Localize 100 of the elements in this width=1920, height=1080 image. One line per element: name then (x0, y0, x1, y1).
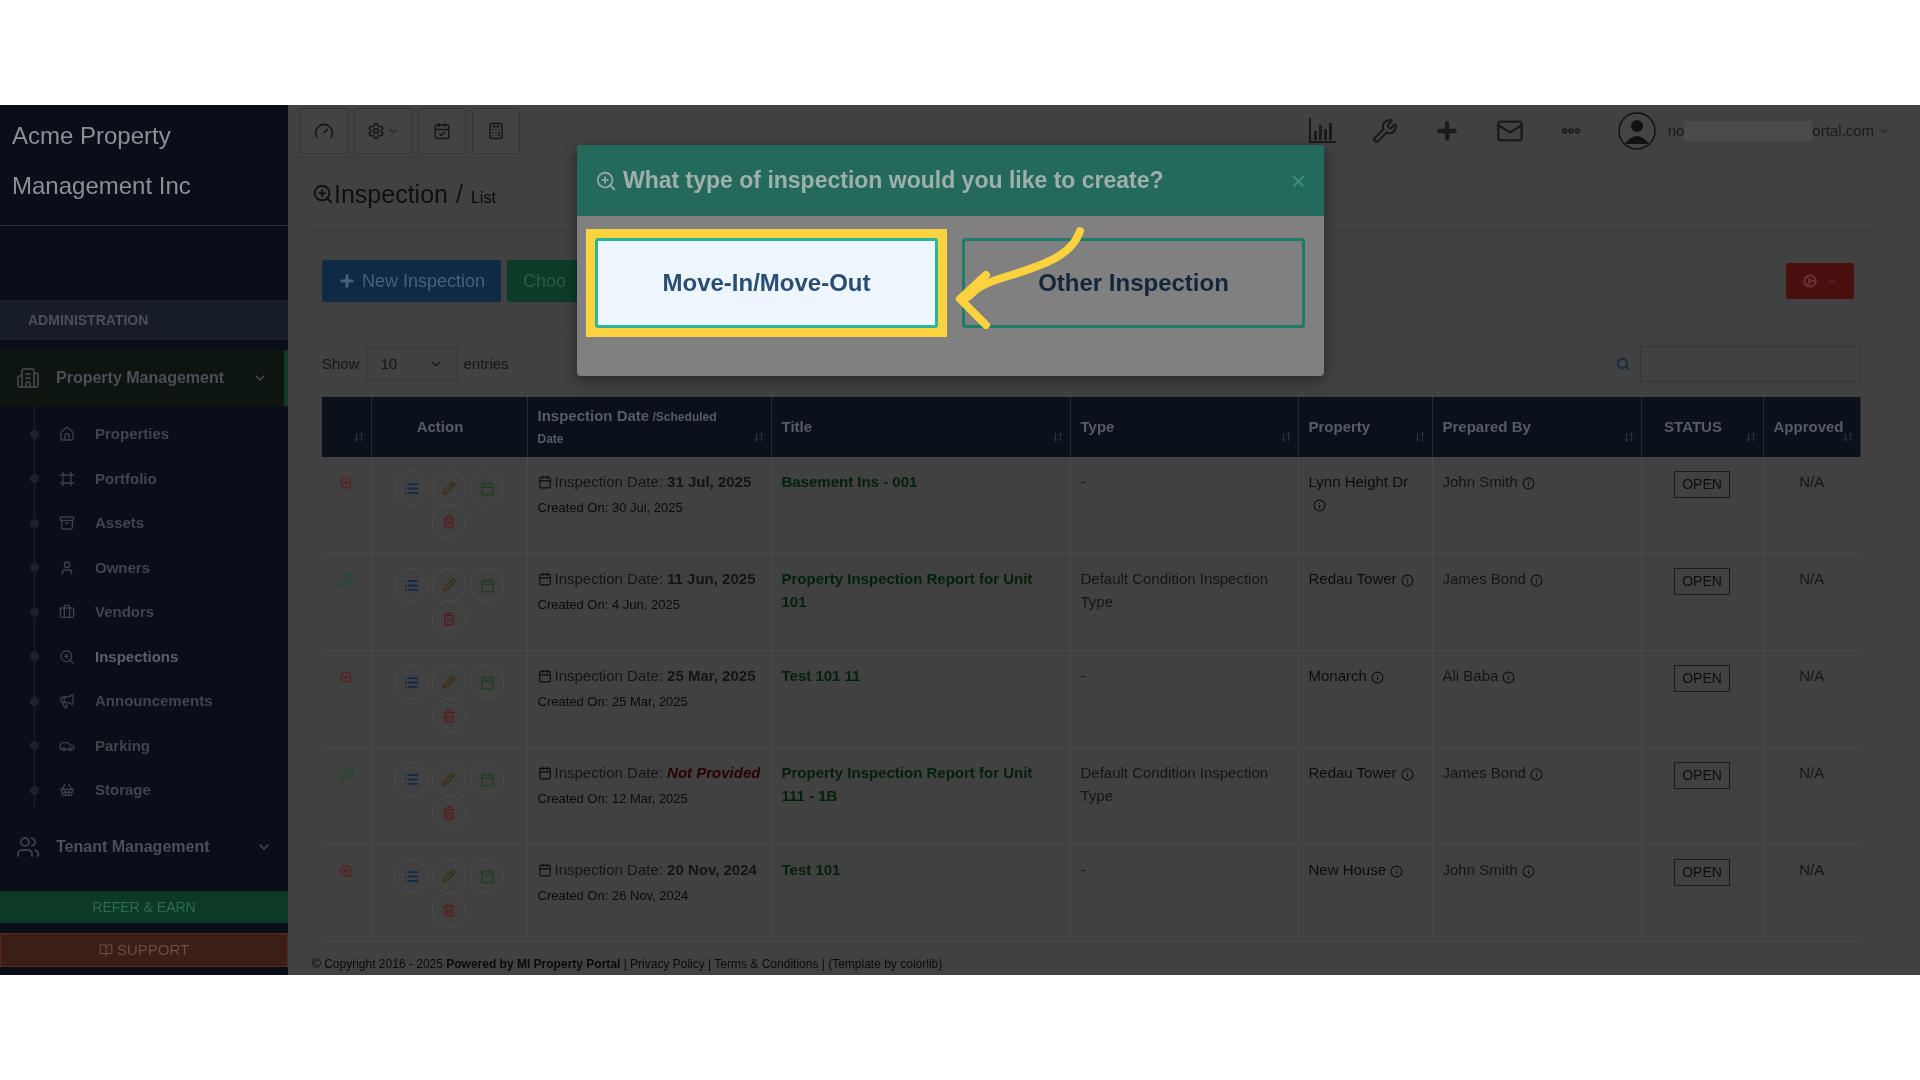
pencil-icon (442, 481, 456, 495)
megaphone-icon (59, 693, 75, 710)
zoom-in-icon[interactable] (338, 475, 354, 491)
inspection-title[interactable]: Property Inspection Report for Unit 111 - 1B (781, 762, 1060, 807)
inspection-title[interactable]: Basement Ins - 001 (781, 471, 1060, 494)
new-inspection-button[interactable]: New Inspection (322, 260, 502, 302)
user-icon (59, 559, 75, 576)
zoom-in-icon (595, 169, 617, 192)
pencil-icon (442, 772, 456, 786)
info-icon[interactable] (1521, 864, 1535, 878)
info-icon[interactable] (1529, 573, 1543, 587)
key-icon[interactable] (338, 766, 354, 782)
list-icon (403, 480, 419, 496)
column-header[interactable]: STATUS (1641, 397, 1763, 457)
brand-name[interactable]: Acme Property Management Inc (0, 105, 288, 226)
archive-icon (59, 515, 75, 532)
book-icon (98, 943, 113, 957)
inspection-type: - (1080, 861, 1086, 878)
info-icon[interactable] (1370, 670, 1384, 684)
zoom-in-icon[interactable] (338, 669, 354, 685)
dashboard-button[interactable] (300, 107, 348, 154)
sort-icon[interactable] (752, 431, 765, 443)
sort-icon[interactable] (352, 431, 365, 443)
column-header[interactable]: Approved (1763, 397, 1860, 457)
key-icon[interactable] (338, 572, 354, 588)
calendar-icon (479, 868, 495, 884)
pencil-icon (442, 578, 456, 592)
inspection-title[interactable]: Property Inspection Report for Unit 101 (781, 568, 1060, 613)
list-icon (403, 868, 419, 884)
sort-icon[interactable] (1622, 431, 1635, 443)
calendar-icon (537, 669, 552, 684)
calendar-icon (537, 863, 552, 878)
calendar-icon (537, 572, 552, 587)
info-icon[interactable] (1502, 670, 1516, 684)
info-icon[interactable] (1400, 767, 1414, 781)
nav-item[interactable]: Inspections (95, 645, 179, 668)
list-icon (403, 771, 419, 787)
zoom-in-icon (312, 183, 334, 206)
calendar-icon (537, 475, 552, 490)
pencil-icon (442, 675, 456, 689)
trash-icon (442, 806, 456, 820)
list-icon (403, 577, 419, 593)
frame-icon (59, 470, 75, 487)
trash-icon (442, 612, 456, 626)
sort-icon[interactable] (1413, 431, 1426, 443)
inspection-title[interactable]: Test 101 11 (781, 665, 1060, 688)
info-icon[interactable] (1312, 499, 1326, 513)
column-header[interactable]: Action (371, 397, 527, 457)
inspection-type: - (1080, 667, 1086, 684)
house-icon (59, 426, 75, 443)
zoom-in-icon[interactable] (338, 863, 354, 879)
inspection-option-button[interactable]: Other Inspection (962, 238, 1305, 328)
calculator-icon (487, 121, 505, 140)
calendar-icon (537, 766, 552, 781)
info-icon[interactable] (1521, 476, 1535, 490)
pencil-icon (442, 869, 456, 883)
building-icon (16, 366, 40, 390)
trash-icon (442, 903, 456, 917)
bar-chart-icon[interactable] (1307, 117, 1336, 144)
list-icon (403, 674, 419, 690)
trash-icon (442, 709, 456, 723)
sort-icon[interactable] (1279, 431, 1292, 443)
calendar-icon (479, 674, 495, 690)
calendar-button[interactable] (418, 107, 466, 154)
gears-icon (1802, 273, 1818, 289)
search-icon (1616, 357, 1630, 371)
sort-icon[interactable] (1051, 431, 1064, 443)
close-button[interactable]: × (1290, 167, 1306, 194)
breadcrumb-separator: / (455, 178, 463, 210)
breadcrumb[interactable]: List (470, 185, 496, 210)
info-icon[interactable] (1529, 767, 1543, 781)
calendar-icon (479, 771, 495, 787)
column-header[interactable]: Property (1298, 397, 1432, 457)
nav-group[interactable]: Property Management (0, 350, 288, 406)
inspection-type: - (1080, 473, 1086, 490)
zoom-in-icon (59, 648, 75, 665)
basket-icon (59, 782, 75, 799)
dialog-title: What type of inspection would you like to create? (623, 166, 1165, 196)
info-icon[interactable] (1400, 573, 1414, 587)
bulk-actions-button[interactable] (1786, 263, 1854, 299)
plus-icon (338, 272, 356, 290)
calculator-button[interactable] (472, 107, 520, 154)
avatar-icon[interactable] (1617, 111, 1656, 150)
sort-icon[interactable] (1744, 431, 1757, 443)
nav-group[interactable]: Tenant Management (0, 818, 288, 875)
column-header[interactable]: Prepared By (1432, 397, 1641, 457)
inspection-title[interactable]: Test 101 (781, 859, 1060, 882)
inspection-option-button[interactable]: Move-In/Move-Out (595, 238, 938, 328)
calendar-check-icon (433, 121, 451, 140)
column-header[interactable]: Inspection Date /Scheduled Date (527, 397, 771, 457)
sort-icon[interactable] (1841, 431, 1854, 443)
briefcase-icon (59, 604, 75, 621)
wrench-icon[interactable] (1371, 117, 1398, 144)
info-icon[interactable] (1390, 864, 1404, 878)
settings-menu-button[interactable] (354, 107, 412, 154)
column-header[interactable]: Title (771, 397, 1070, 457)
calendar-icon (479, 480, 495, 496)
column-header[interactable]: Type (1070, 397, 1298, 457)
users-icon (16, 834, 40, 859)
list-button[interactable] (394, 762, 428, 796)
